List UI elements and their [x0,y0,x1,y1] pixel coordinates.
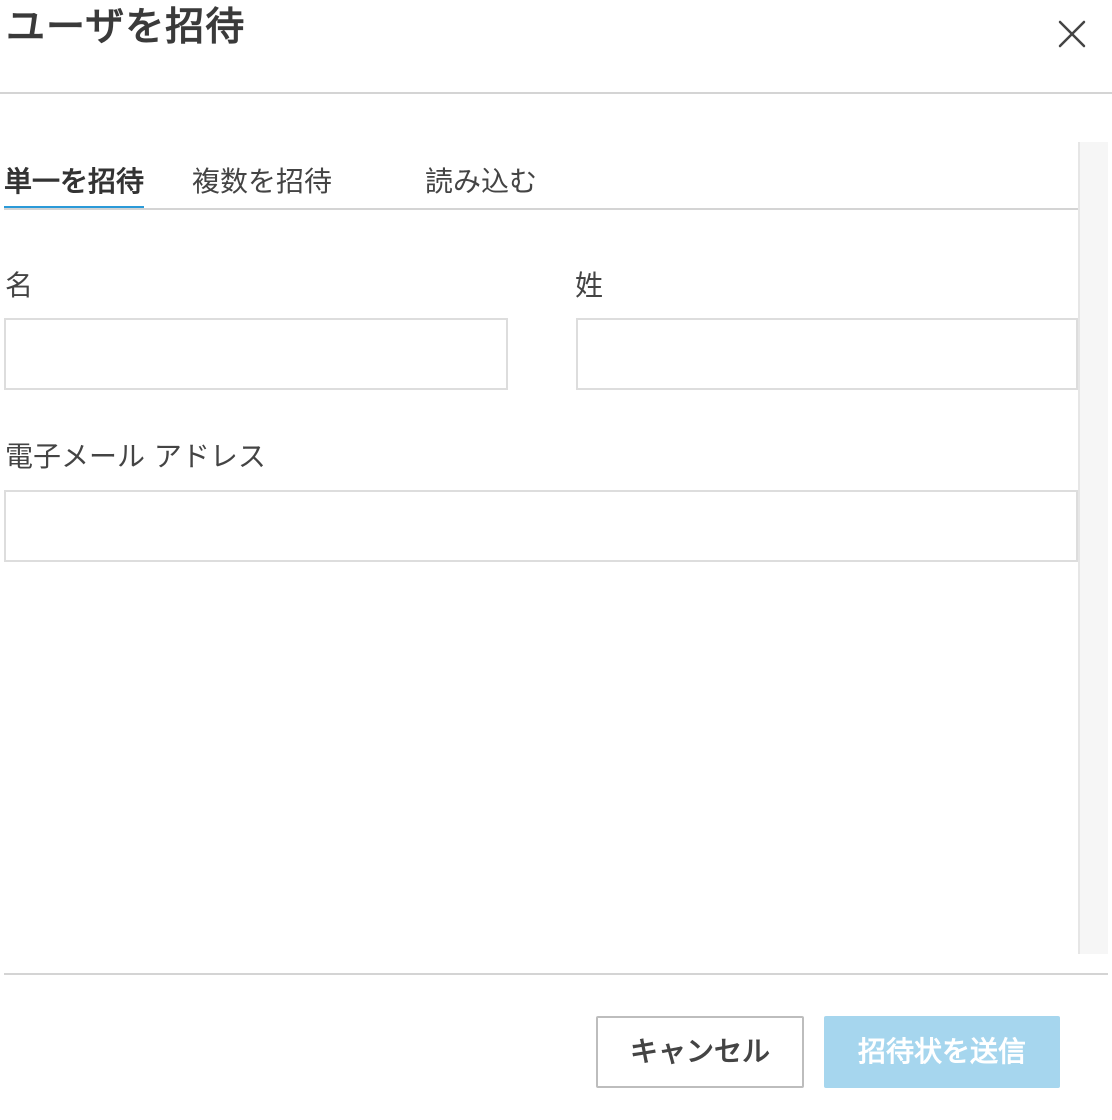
footer-divider [4,973,1108,975]
dialog-title: ユーザを招待 [6,5,246,50]
email-label: 電子メール アドレス [5,440,266,473]
close-icon [1058,20,1086,48]
tab-bar: 単一を招待 複数を招待 読み込む [4,152,1078,212]
close-button[interactable] [1050,12,1094,56]
send-invitation-button[interactable]: 招待状を送信 [824,1016,1060,1088]
email-input[interactable] [4,490,1078,562]
tab-import[interactable]: 読み込む [425,164,537,200]
last-name-input[interactable] [576,318,1078,390]
last-name-label: 姓 [575,269,604,302]
tab-label: 読み込む [425,165,538,198]
tab-invite-single[interactable]: 単一を招待 [4,164,144,200]
scrollbar-track[interactable] [1078,142,1108,954]
tab-label: 複数を招待 [192,165,333,198]
first-name-label: 名 [5,269,34,302]
tab-label: 単一を招待 [4,165,145,198]
cancel-button[interactable]: キャンセル [596,1016,804,1088]
first-name-input[interactable] [4,318,508,390]
tab-invite-multiple[interactable]: 複数を招待 [192,164,332,200]
header-divider [0,92,1112,94]
tabs-baseline [4,208,1078,210]
